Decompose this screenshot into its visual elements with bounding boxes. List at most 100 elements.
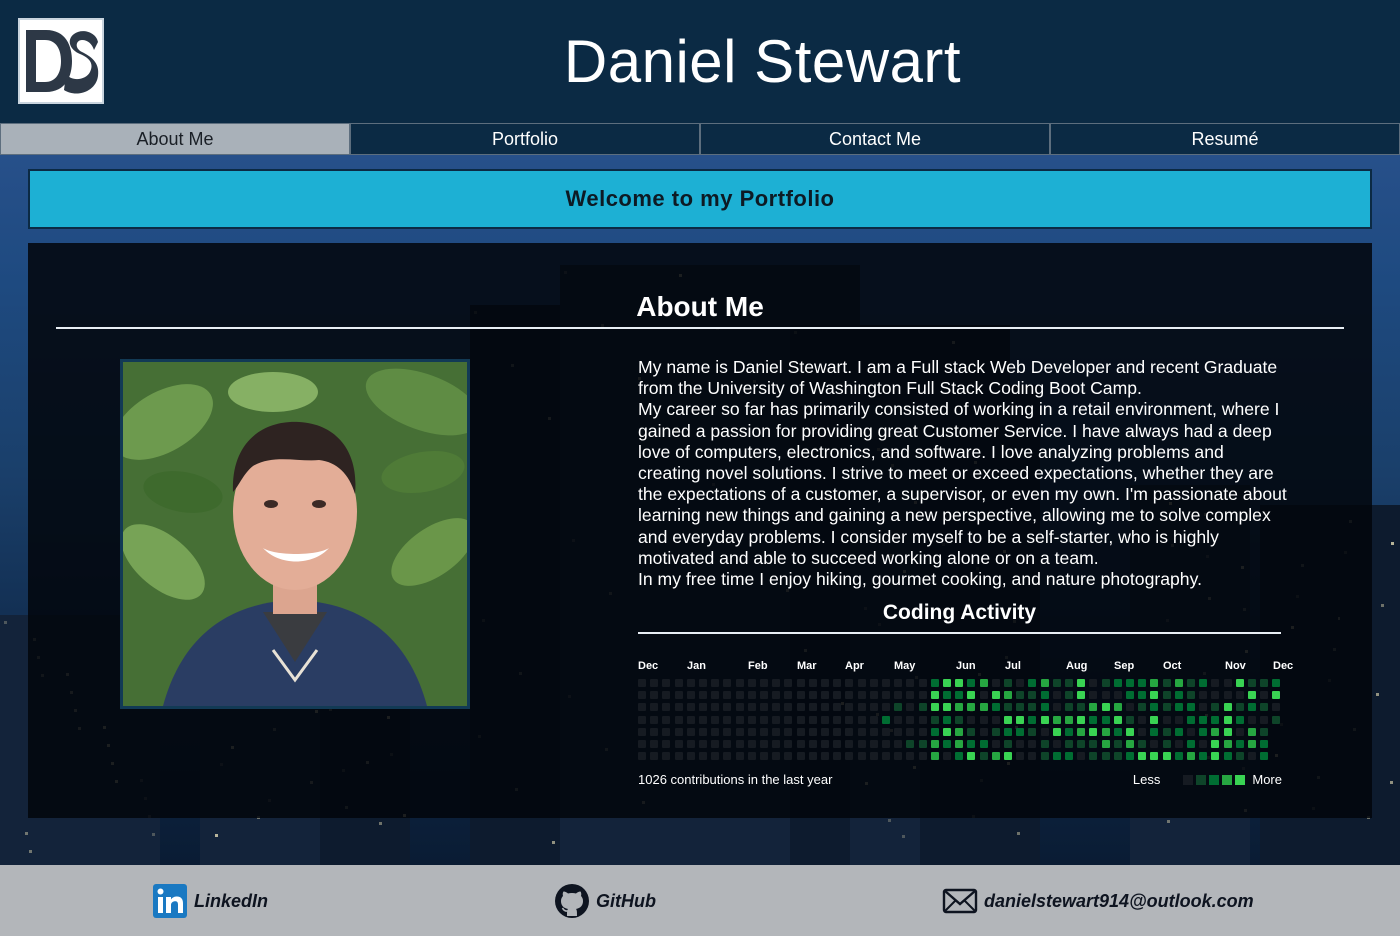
contribution-day[interactable]	[650, 740, 659, 748]
contribution-day[interactable]	[1260, 679, 1269, 687]
contribution-day[interactable]	[918, 752, 927, 761]
contribution-day[interactable]	[1138, 715, 1147, 724]
contribution-day[interactable]	[1016, 691, 1025, 700]
contribution-day[interactable]	[857, 691, 866, 700]
linkedin-link[interactable]: LinkedIn	[152, 883, 268, 919]
contribution-day[interactable]	[772, 679, 781, 687]
contribution-day[interactable]	[650, 691, 659, 700]
contribution-day[interactable]	[808, 715, 817, 724]
contribution-day[interactable]	[650, 715, 659, 724]
contribution-day[interactable]	[967, 703, 976, 712]
contribution-day[interactable]	[760, 727, 768, 736]
contribution-day[interactable]	[686, 703, 695, 712]
contribution-day[interactable]	[1211, 727, 1220, 736]
contribution-day[interactable]	[930, 727, 939, 736]
contribution-day[interactable]	[747, 691, 756, 700]
contribution-day[interactable]	[1162, 752, 1171, 761]
contribution-day[interactable]	[1028, 740, 1037, 748]
contribution-day[interactable]	[821, 715, 829, 724]
contribution-day[interactable]	[1101, 679, 1110, 687]
contribution-day[interactable]	[1052, 691, 1061, 700]
contribution-day[interactable]	[943, 740, 951, 748]
contribution-day[interactable]	[662, 679, 671, 687]
contribution-day[interactable]	[906, 715, 915, 724]
contribution-day[interactable]	[1174, 715, 1183, 724]
contribution-day[interactable]	[772, 727, 781, 736]
contribution-day[interactable]	[1260, 691, 1269, 700]
contribution-day[interactable]	[1211, 752, 1220, 761]
contribution-day[interactable]	[772, 740, 781, 748]
contribution-day[interactable]	[1040, 727, 1049, 736]
contribution-day[interactable]	[979, 703, 988, 712]
contribution-day[interactable]	[1028, 727, 1037, 736]
contribution-day[interactable]	[882, 727, 890, 736]
contribution-day[interactable]	[1138, 740, 1147, 748]
contribution-day[interactable]	[760, 703, 768, 712]
contribution-day[interactable]	[1174, 752, 1183, 761]
contribution-day[interactable]	[723, 740, 732, 748]
contribution-day[interactable]	[686, 691, 695, 700]
contribution-day[interactable]	[943, 679, 951, 687]
contribution-day[interactable]	[1162, 703, 1171, 712]
contribution-day[interactable]	[1065, 703, 1073, 712]
contribution-day[interactable]	[711, 727, 720, 736]
tab-about-me[interactable]: About Me	[0, 123, 350, 155]
contribution-day[interactable]	[723, 703, 732, 712]
contribution-day[interactable]	[1174, 703, 1183, 712]
contribution-day[interactable]	[894, 691, 903, 700]
contribution-day[interactable]	[1260, 715, 1269, 724]
contribution-day[interactable]	[1272, 715, 1281, 724]
contribution-day[interactable]	[882, 715, 890, 724]
contribution-day[interactable]	[1199, 679, 1208, 687]
contribution-day[interactable]	[979, 691, 988, 700]
contribution-day[interactable]	[772, 703, 781, 712]
contribution-day[interactable]	[1101, 727, 1110, 736]
contribution-day[interactable]	[1187, 740, 1195, 748]
contribution-day[interactable]	[869, 752, 878, 761]
contribution-day[interactable]	[1187, 679, 1195, 687]
contribution-day[interactable]	[796, 740, 805, 748]
contribution-day[interactable]	[1077, 679, 1086, 687]
contribution-day[interactable]	[784, 727, 793, 736]
contribution-day[interactable]	[1150, 727, 1159, 736]
contribution-day[interactable]	[1223, 703, 1232, 712]
contribution-day[interactable]	[1065, 715, 1073, 724]
contribution-day[interactable]	[906, 740, 915, 748]
contribution-day[interactable]	[1040, 752, 1049, 761]
contribution-day[interactable]	[699, 703, 707, 712]
contribution-day[interactable]	[1016, 703, 1025, 712]
contribution-day[interactable]	[1089, 703, 1098, 712]
contribution-day[interactable]	[1162, 679, 1171, 687]
contribution-day[interactable]	[882, 691, 890, 700]
contribution-day[interactable]	[1150, 740, 1159, 748]
contribution-day[interactable]	[845, 679, 854, 687]
contribution-day[interactable]	[1113, 740, 1122, 748]
contribution-day[interactable]	[747, 740, 756, 748]
contribution-day[interactable]	[784, 679, 793, 687]
contribution-day[interactable]	[1126, 703, 1134, 712]
contribution-day[interactable]	[1040, 715, 1049, 724]
contribution-day[interactable]	[1028, 691, 1037, 700]
contribution-day[interactable]	[1187, 691, 1195, 700]
contribution-day[interactable]	[1138, 691, 1147, 700]
contribution-day[interactable]	[1028, 752, 1037, 761]
contribution-day[interactable]	[1174, 727, 1183, 736]
contribution-day[interactable]	[869, 740, 878, 748]
contribution-day[interactable]	[1065, 740, 1073, 748]
contribution-day[interactable]	[955, 703, 964, 712]
contribution-day[interactable]	[943, 691, 951, 700]
contribution-day[interactable]	[674, 752, 683, 761]
contribution-day[interactable]	[760, 740, 768, 748]
contribution-day[interactable]	[882, 740, 890, 748]
contribution-day[interactable]	[1211, 691, 1220, 700]
contribution-day[interactable]	[662, 752, 671, 761]
contribution-day[interactable]	[1113, 703, 1122, 712]
contribution-day[interactable]	[650, 679, 659, 687]
contribution-day[interactable]	[796, 715, 805, 724]
contribution-day[interactable]	[979, 752, 988, 761]
contribution-day[interactable]	[784, 691, 793, 700]
contribution-day[interactable]	[699, 715, 707, 724]
contribution-day[interactable]	[1016, 679, 1025, 687]
contribution-day[interactable]	[711, 740, 720, 748]
contribution-day[interactable]	[906, 752, 915, 761]
